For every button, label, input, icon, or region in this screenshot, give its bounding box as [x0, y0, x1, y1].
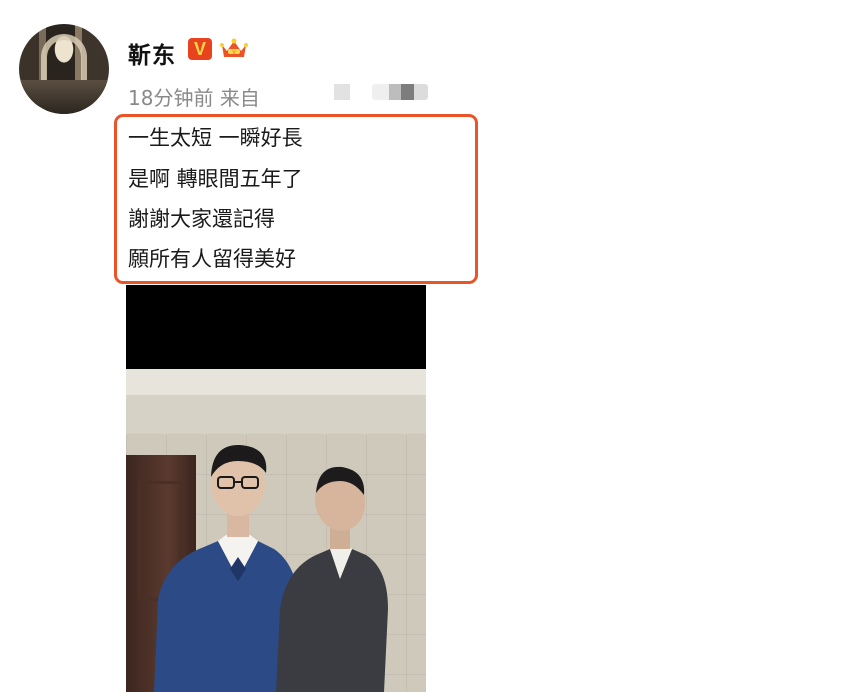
post-meta: 18分钟前 来自 — [128, 82, 260, 111]
verified-badge: V — [188, 38, 212, 60]
avatar-arch-decor — [41, 34, 87, 86]
post-time: 18分钟前 — [128, 86, 214, 110]
avatar-floor-decor — [19, 80, 109, 114]
post-photo[interactable] — [126, 285, 426, 692]
post-line-1: 一生太短 一瞬好長 — [128, 126, 303, 150]
avatar[interactable] — [19, 24, 109, 114]
author-name[interactable]: 靳东 — [128, 36, 176, 70]
post-line-3: 謝謝大家還記得 — [128, 207, 275, 231]
blurred-source-fragment — [334, 84, 350, 100]
post-line-2: 是啊 轉眼間五年了 — [128, 167, 303, 191]
post-source-label: 来自 — [219, 86, 260, 110]
blurred-source-name — [372, 84, 428, 100]
post-line-4: 願所有人留得美好 — [128, 247, 296, 271]
crown-icon: V — [220, 38, 248, 57]
photo-people-illustration — [154, 444, 388, 692]
